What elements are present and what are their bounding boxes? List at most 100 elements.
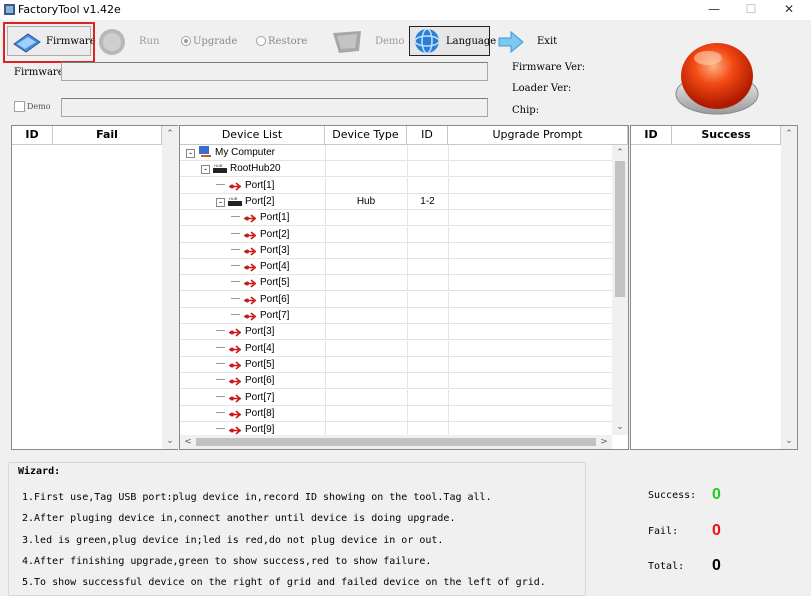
vscroll-thumb[interactable] <box>615 161 625 297</box>
tree-branch-line <box>216 330 225 332</box>
wizard-group <box>8 462 586 596</box>
device-tree-node[interactable]: Port[8] <box>216 406 274 422</box>
success-grid[interactable]: ID Success ⌃ ⌄ <box>630 125 798 450</box>
hub-icon: HUB <box>213 163 227 174</box>
col-id[interactable]: ID <box>407 126 448 145</box>
run-label: Run <box>139 36 160 47</box>
device-id-cell <box>407 227 448 243</box>
device-tree-node[interactable]: Port[1] <box>216 178 274 194</box>
success-grid-scrollbar[interactable]: ⌃ ⌄ <box>781 126 797 449</box>
success-col-success[interactable]: Success <box>672 126 781 145</box>
col-device-list[interactable]: Device List <box>180 126 325 145</box>
device-row[interactable]: Port[5] <box>180 275 612 292</box>
device-tree-node[interactable]: Port[7] <box>231 308 289 324</box>
minimize-button[interactable]: — <box>697 0 731 20</box>
device-tree-node[interactable]: Port[1] <box>231 210 289 226</box>
maximize-button[interactable]: ☐ <box>734 0 768 20</box>
device-tree-node[interactable]: Port[7] <box>216 390 274 406</box>
tree-collapse-icon[interactable]: - <box>216 197 225 207</box>
scroll-up-icon[interactable]: ⌃ <box>612 145 628 161</box>
device-row[interactable]: Port[3] <box>180 242 612 259</box>
device-name: Port[8] <box>245 407 275 419</box>
scroll-up-icon[interactable]: ⌃ <box>162 126 178 142</box>
device-grid-hscroll[interactable]: < > <box>180 435 612 449</box>
scroll-left-icon[interactable]: < <box>180 434 196 449</box>
device-row[interactable]: - My Computer <box>180 145 612 161</box>
hscroll-thumb[interactable] <box>196 438 596 446</box>
device-row[interactable]: - HUB RootHub20 <box>180 161 612 178</box>
device-id-cell <box>407 259 448 275</box>
device-name: Port[4] <box>260 261 290 273</box>
device-row[interactable]: Port[2] <box>180 226 612 243</box>
col-device-type[interactable]: Device Type <box>325 126 407 145</box>
demo-button[interactable]: Demo <box>328 26 404 56</box>
scroll-down-icon[interactable]: ⌄ <box>162 433 178 449</box>
device-row[interactable]: Port[3] <box>180 324 612 341</box>
app-icon <box>4 4 15 15</box>
close-button[interactable]: ✕ <box>772 0 806 20</box>
device-row[interactable]: - HUB Port[2] Hub 1-2 <box>180 193 612 210</box>
device-row[interactable]: Port[7] <box>180 389 612 406</box>
device-tree-node[interactable]: Port[6] <box>216 373 274 389</box>
device-tree-node[interactable]: Port[4] <box>231 259 289 275</box>
fail-col-id[interactable]: ID <box>12 126 53 145</box>
device-id-cell: 1-2 <box>420 195 435 207</box>
success-col-id[interactable]: ID <box>631 126 672 145</box>
loader-version-label: Loader Ver: <box>512 83 572 94</box>
restore-label: Restore <box>268 36 308 47</box>
device-row[interactable]: Port[1] <box>180 177 612 194</box>
fail-grid[interactable]: ID Fail ⌃ ⌄ <box>11 125 178 450</box>
scroll-down-icon[interactable]: ⌄ <box>612 419 628 435</box>
device-row[interactable]: Port[5] <box>180 356 612 373</box>
svg-text:HUB: HUB <box>229 196 238 201</box>
device-tree-node[interactable]: Port[2] <box>231 227 289 243</box>
tree-branch-line <box>231 248 240 250</box>
device-tree-node[interactable]: Port[9] <box>216 422 274 435</box>
device-grid-vscroll[interactable]: ⌃ ⌄ <box>612 145 628 435</box>
device-tree-node[interactable]: Port[5] <box>216 357 274 373</box>
device-row[interactable]: Port[6] <box>180 373 612 390</box>
device-tree-node[interactable]: - HUB Port[2] <box>216 194 274 210</box>
success-count-value: 0 <box>712 486 721 503</box>
scroll-up-icon[interactable]: ⌃ <box>781 126 797 142</box>
tree-collapse-icon[interactable]: - <box>186 149 195 158</box>
device-name: RootHub20 <box>230 163 281 175</box>
device-grid[interactable]: Device List Device Type ID Upgrade Promp… <box>179 125 629 450</box>
device-row[interactable]: Port[1] <box>180 210 612 227</box>
device-id-cell <box>407 275 448 291</box>
demo-path-field[interactable] <box>61 98 488 117</box>
device-row[interactable]: Port[6] <box>180 291 612 308</box>
device-row[interactable]: Port[9] <box>180 422 612 435</box>
device-tree-node[interactable]: - HUB RootHub20 <box>201 161 281 177</box>
scroll-right-icon[interactable]: > <box>596 434 612 449</box>
device-tree-node[interactable]: Port[6] <box>231 292 289 308</box>
usb-port-icon <box>244 279 257 288</box>
device-row[interactable]: Port[4] <box>180 259 612 276</box>
firmware-path-field[interactable] <box>61 62 488 81</box>
demo-checkbox[interactable] <box>14 101 25 112</box>
device-tree-node[interactable]: Port[3] <box>216 324 274 340</box>
device-tree-node[interactable]: Port[3] <box>231 243 289 259</box>
device-id-cell <box>407 357 448 373</box>
tree-branch-line <box>216 183 225 185</box>
device-row[interactable]: Port[7] <box>180 308 612 324</box>
device-name: Port[9] <box>245 424 275 435</box>
device-row[interactable]: Port[4] <box>180 340 612 357</box>
device-tree-node[interactable]: Port[4] <box>216 341 274 357</box>
run-button[interactable]: Run <box>94 26 166 56</box>
device-tree-node[interactable]: Port[5] <box>231 275 289 291</box>
language-button[interactable]: Language <box>409 26 496 56</box>
restore-radio[interactable]: Restore <box>256 36 307 47</box>
upgrade-radio[interactable]: Upgrade <box>181 36 237 47</box>
usb-port-icon <box>244 312 257 321</box>
demo-label: Demo <box>375 36 405 47</box>
tree-collapse-icon[interactable]: - <box>201 165 210 175</box>
device-tree-node[interactable]: - My Computer <box>186 145 275 161</box>
scroll-down-icon[interactable]: ⌄ <box>781 433 797 449</box>
device-row[interactable]: Port[8] <box>180 405 612 422</box>
col-upgrade-prompt[interactable]: Upgrade Prompt <box>448 126 628 145</box>
fail-col-fail[interactable]: Fail <box>53 126 162 145</box>
device-id-cell <box>407 145 448 161</box>
exit-button[interactable]: Exit <box>494 26 570 56</box>
fail-grid-scrollbar[interactable]: ⌃ ⌄ <box>162 126 178 449</box>
